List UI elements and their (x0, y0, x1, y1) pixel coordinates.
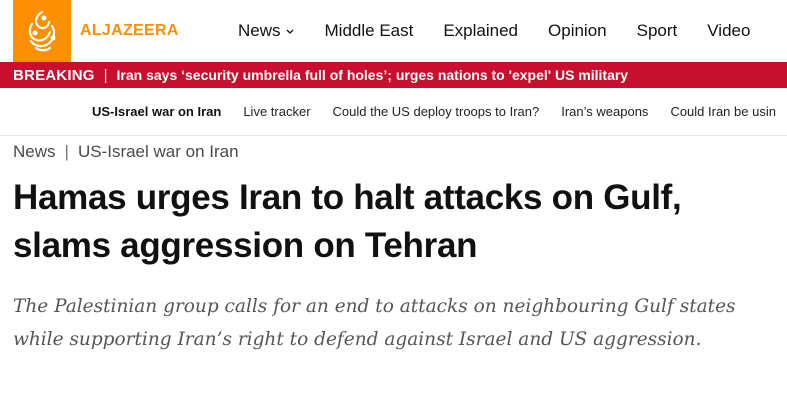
subnav-title[interactable]: US-Israel war on Iran (92, 104, 221, 119)
main-nav: News Middle East Explained Opinion Sport… (238, 0, 750, 62)
breadcrumb-topic-link[interactable]: US-Israel war on Iran (78, 142, 239, 162)
nav-item-sport[interactable]: Sport (637, 21, 678, 41)
nav-item-explained[interactable]: Explained (443, 21, 518, 41)
nav-item-label: Middle East (324, 21, 414, 40)
aljazeera-logo-icon (13, 0, 71, 62)
breadcrumb: News | US-Israel war on Iran (13, 142, 239, 162)
nav-item-middle-east[interactable]: Middle East (325, 21, 414, 41)
article-standfirst: The Palestinian group calls for an end t… (13, 296, 736, 350)
nav-item-label: Sport (636, 21, 678, 40)
chevron-down-icon (286, 29, 293, 34)
nav-item-label: Opinion (548, 21, 607, 40)
breadcrumb-news-link[interactable]: News (13, 142, 56, 162)
topic-subnav: US-Israel war on Iran Live tracker Could… (0, 88, 787, 136)
breaking-news-bar[interactable]: BREAKING | Iran says ‘security umbrella … (0, 62, 787, 88)
nav-item-label: Explained (443, 21, 519, 40)
nav-item-video[interactable]: Video (707, 21, 750, 41)
subnav-item-live-tracker[interactable]: Live tracker (243, 104, 310, 119)
nav-item-label: News (238, 21, 281, 40)
subnav-item-us-troops[interactable]: Could the US deploy troops to Iran? (333, 104, 540, 119)
breaking-separator: | (103, 66, 108, 84)
site-logo[interactable]: ALJAZEERA (13, 0, 179, 62)
article-headline: Hamas urges Iran to halt attacks on Gulf… (13, 178, 682, 265)
logo-wordmark: ALJAZEERA (80, 22, 179, 39)
subnav-item-could-iran[interactable]: Could Iran be usin (670, 104, 776, 119)
breaking-headline-link[interactable]: Iran says ‘security umbrella full of hol… (117, 67, 629, 83)
site-header: ALJAZEERA News Middle East Explained Opi… (0, 0, 787, 62)
breadcrumb-separator: | (64, 142, 69, 161)
nav-item-news[interactable]: News (238, 21, 295, 41)
nav-item-opinion[interactable]: Opinion (548, 21, 607, 41)
subnav-item-irans-weapons[interactable]: Iran’s weapons (561, 104, 648, 119)
breaking-label: BREAKING (13, 66, 95, 84)
nav-item-label: Video (707, 21, 751, 40)
